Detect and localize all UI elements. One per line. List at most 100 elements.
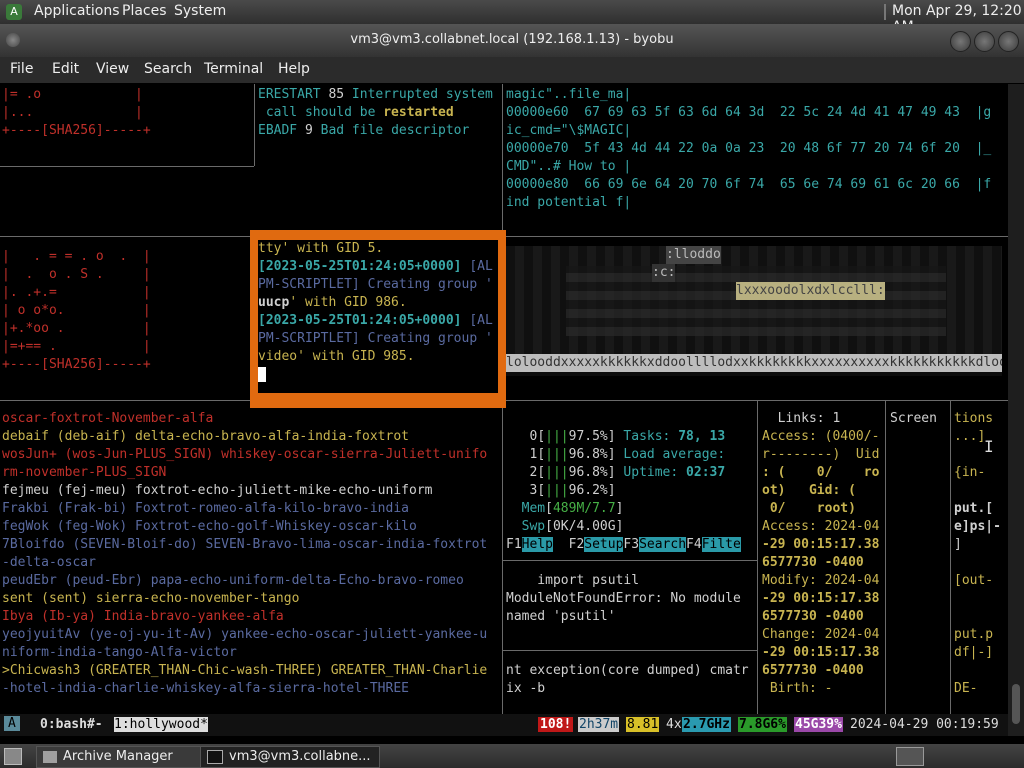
menu-terminal[interactable]: Terminal (204, 61, 263, 77)
terminal-scrollbar[interactable] (1008, 84, 1024, 736)
uptime-label: Uptime: (623, 465, 679, 480)
pane-divider[interactable] (254, 84, 255, 166)
window-tab-1[interactable]: 1:hollywood* (114, 717, 208, 732)
cpu-bar: ||| (545, 429, 569, 444)
stat-line: Links: 1 (762, 411, 841, 426)
hex-line: 00000e60 67 69 63 5f 63 6d 64 3d 22 5c 2… (506, 105, 992, 120)
fkey-filter[interactable]: Filte (701, 537, 741, 552)
errno-pane: ERESTART 85 Interrupted system call shou… (258, 86, 502, 140)
errno-name: ERESTART (258, 87, 321, 102)
sha-line: |= .o | (2, 87, 143, 102)
show-desktop-icon[interactable] (4, 748, 22, 765)
uptime-value: 02:37 (686, 465, 726, 480)
errno-number: 85 (328, 87, 345, 102)
errno-message: Interrupted system (344, 87, 493, 102)
fkey[interactable]: F1 (506, 537, 522, 552)
menu-search[interactable]: Search (144, 61, 192, 77)
hex-line: 00000e70 5f 43 4d 44 22 0a 0a 23 20 48 6… (506, 141, 992, 156)
screen-pane: Screen (890, 410, 950, 428)
applications-menu[interactable]: Applications (34, 3, 120, 19)
word-line: yeojyuitAv (ye-oj-yu-it-Av) yankee-echo-… (2, 627, 488, 642)
terminal-icon (207, 749, 223, 764)
maximize-icon[interactable] (974, 31, 995, 52)
places-menu[interactable]: Places (122, 3, 167, 19)
core-dump-pane: nt exception(core dumped) cmatr ix -b (506, 662, 756, 698)
pane-divider[interactable] (0, 166, 254, 167)
log-tag: [AL (461, 313, 493, 328)
ascii-art-line: lolooddxxxxxkkkkkkxddoollllodxxkkkkkkkkx… (506, 354, 1002, 372)
log-bold: uucp (258, 295, 290, 310)
fkey-setup[interactable]: Setup (584, 537, 624, 552)
log-line: PM-SCRIPTLET] Creating group ' (258, 277, 493, 292)
system-menu[interactable]: System (174, 3, 226, 19)
menu-file[interactable]: File (10, 61, 33, 77)
stat-pane: Links: 1 Access: (0400/- r--------) Uid … (762, 410, 886, 698)
taskbar-item-terminal[interactable]: vm3@vm3.collabne... (200, 746, 380, 768)
word-line: -hotel-india-charlie-whiskey-alfa-sierra… (2, 681, 409, 696)
pane-divider[interactable] (502, 650, 757, 651)
minimize-icon[interactable] (950, 31, 971, 52)
scrollbar-thumb[interactable] (1012, 684, 1020, 724)
error-line: ModuleNotFoundError: No module (506, 591, 741, 606)
fkey[interactable]: F3 (623, 537, 639, 552)
panel-separator (884, 4, 886, 20)
byobu-status-bar: A 0:bash#- 1:hollywood* 108! 2h37m 8.81 … (0, 714, 1008, 736)
sha-line: |. .+.= | (2, 285, 151, 300)
pane-divider[interactable] (502, 236, 1008, 237)
focused-pane[interactable]: tty' with GID 5. [2023-05-25T01:24:05+00… (258, 240, 498, 393)
python-error-pane: import psutil ModuleNotFoundError: No mo… (506, 572, 756, 626)
sha-line: |+.*oo . | (2, 321, 151, 336)
load-badge: 8.81 (626, 717, 660, 732)
fkey-help[interactable]: Help (521, 537, 553, 552)
focused-pane-highlight[interactable]: tty' with GID 5. [2023-05-25T01:24:05+00… (250, 230, 506, 408)
word-line: peudEbr (peud-Ebr) papa-echo-uniform-del… (2, 573, 464, 588)
stat-line: -29 00:15:17.38 (762, 591, 880, 606)
disk-badge: 45G39% (794, 717, 843, 732)
workspace-switcher-icon[interactable] (896, 747, 924, 766)
pane-divider[interactable] (950, 400, 951, 714)
menu-edit[interactable]: Edit (52, 61, 79, 77)
close-icon[interactable] (998, 31, 1019, 52)
cpu-freq-badge: 2.7GHz (682, 717, 731, 732)
menu-help[interactable]: Help (278, 61, 310, 77)
taskbar-item-archive-manager[interactable]: Archive Manager (36, 746, 202, 768)
window-tab-0[interactable]: 0:bash#- (40, 717, 103, 732)
htop-fkeys: F1Help F2SetupF3SearchF4Filte (506, 536, 758, 554)
load-label: Load average: (623, 447, 726, 462)
core-line: nt exception(core dumped) cmatr (506, 663, 749, 678)
sha-fingerprint-top: |= .o | |... | +----[SHA256]-----+ (2, 86, 252, 140)
word-line: -delta-oscar (2, 555, 96, 570)
stat-line: 0/ root) (762, 501, 856, 516)
sha-fingerprint-mid: | . = = . o . | | . o . S . | |. .+.= | … (2, 248, 252, 374)
sha-line: +----[SHA256]-----+ (2, 357, 151, 372)
core-line: ix -b (506, 681, 546, 696)
code-line: put.p (954, 627, 994, 642)
mem-label: Mem (521, 501, 546, 516)
ascii-art-line: lxxxoodolxdxlcclll: (736, 282, 885, 300)
mem-value: 489M/7.7 (552, 501, 616, 516)
fkey[interactable]: F4 (686, 537, 702, 552)
log-line: video' with GID 985. (258, 349, 415, 364)
fkey[interactable]: F2 (569, 537, 585, 552)
window-titlebar[interactable]: vm3@vm3.collabnet.local (192.168.1.13) -… (0, 24, 1024, 57)
sha-line: |=+== . | (2, 339, 151, 354)
stat-line: 6577730 -0400 (762, 555, 864, 570)
word-line: wosJun+ (wos-Jun-PLUS_SIGN) whiskey-osca… (2, 447, 488, 462)
fkey-search[interactable]: Search (639, 537, 687, 552)
menu-view[interactable]: View (96, 61, 129, 77)
status-datetime: 2024-04-29 00:19:59 (850, 717, 999, 732)
top-panel: A Applications Places System Mon Apr 29,… (0, 0, 1024, 35)
terminal-cursor (258, 366, 498, 384)
error-line: import psutil (506, 573, 640, 588)
pane-divider[interactable] (502, 560, 757, 561)
word-line: fejmeu (fej-meu) foxtrot-echo-juliett-mi… (2, 483, 433, 498)
log-line: ' with GID 986. (289, 295, 407, 310)
applications-logo-icon[interactable]: A (6, 4, 22, 20)
cpu-percent: 97.5% (568, 429, 608, 444)
errno-message: Bad file descriptor (312, 123, 470, 138)
code-line: put.[ (954, 501, 994, 516)
session-badge[interactable]: A (4, 716, 20, 731)
